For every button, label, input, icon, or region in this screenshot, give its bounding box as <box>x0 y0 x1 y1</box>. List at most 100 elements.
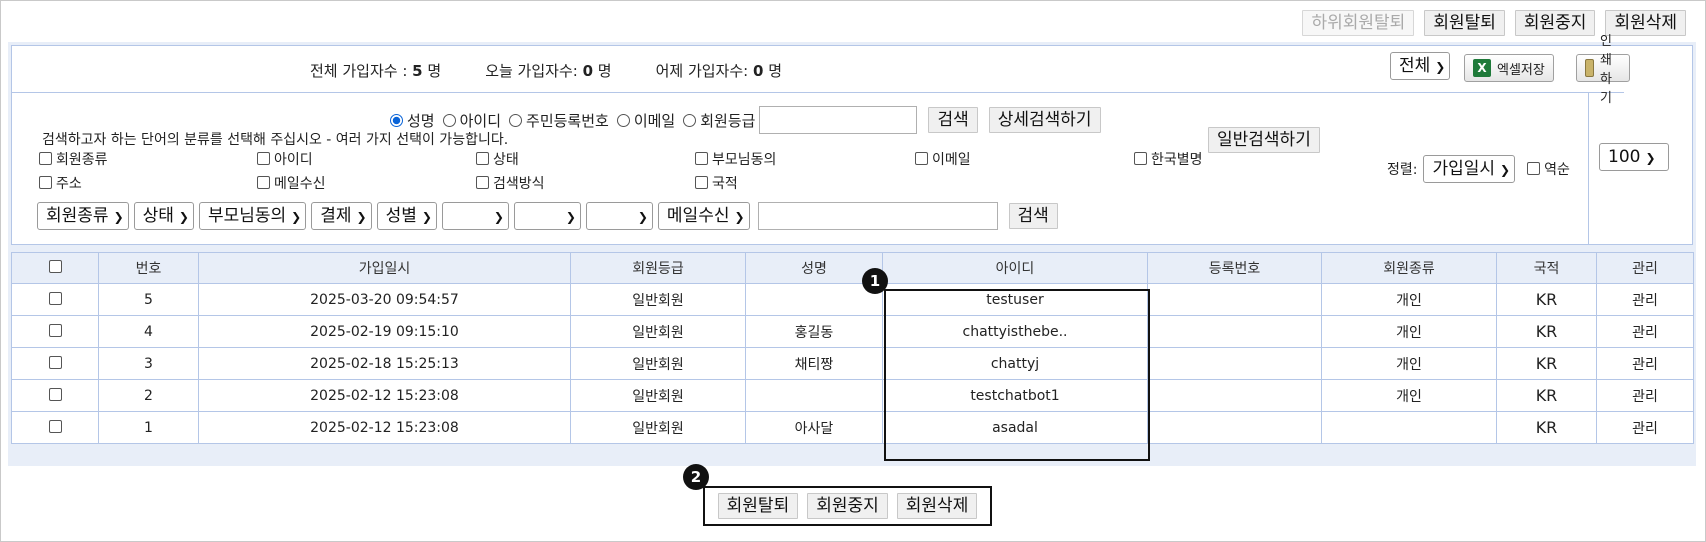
cell-date: 2025-03-20 09:54:57 <box>198 283 571 316</box>
filter-gender-select[interactable]: 성별 ❯ <box>376 202 437 230</box>
sort-label: 정렬: <box>1387 162 1418 178</box>
select-all-header <box>11 252 99 284</box>
checkbox-box[interactable] <box>695 152 708 165</box>
manage-link[interactable]: 관리 <box>1596 283 1694 316</box>
scope-select[interactable]: 전체 ❯ <box>1390 52 1451 80</box>
column-header[interactable]: 회원종류 <box>1321 252 1497 284</box>
checkbox-email[interactable]: 이메일 <box>915 149 971 169</box>
yesterday-unit: 명 <box>763 62 782 80</box>
checkbox-box[interactable] <box>476 152 489 165</box>
manage-link[interactable]: 관리 <box>1596 411 1694 444</box>
cell-reg <box>1147 411 1322 444</box>
table-row: 5 2025-03-20 09:54:57 일반회원 testuser 개인 K… <box>11 283 1694 316</box>
sort-controls: 정렬: 가입일시 ❯ 역순 <box>1387 155 1570 183</box>
checkbox-box[interactable] <box>39 152 52 165</box>
today-members: 오늘 가입자수: 0 명 <box>485 60 611 81</box>
sort-select[interactable]: 가입일시 ❯ <box>1423 155 1516 183</box>
radio-rrn[interactable] <box>509 113 523 127</box>
filter-mail-receive-select[interactable]: 메일수신 ❯ <box>657 202 750 230</box>
print-icon <box>1585 59 1595 77</box>
search-button[interactable]: 검색 <box>928 107 978 133</box>
filter-status-select[interactable]: 상태 ❯ <box>133 202 194 230</box>
cell-country: KR <box>1496 283 1597 316</box>
row-checkbox[interactable] <box>48 291 62 305</box>
manage-link[interactable]: 관리 <box>1596 379 1694 412</box>
radio-grade[interactable] <box>683 113 697 127</box>
checkbox-box[interactable] <box>1134 152 1147 165</box>
column-header[interactable]: 회원등급 <box>570 252 746 284</box>
row-checkbox[interactable] <box>48 387 62 401</box>
checkbox-box[interactable] <box>915 152 928 165</box>
filter-empty-select-2[interactable]: ❯ <box>513 202 581 230</box>
checkbox-nationality[interactable]: 국적 <box>695 173 738 193</box>
checkbox-box[interactable] <box>1527 162 1541 175</box>
filter-value: 회원종류 <box>46 206 109 226</box>
cell-name: 홍길동 <box>745 315 883 348</box>
cell-no: 2 <box>98 379 199 412</box>
chevron-down-icon: ❯ <box>1500 163 1511 177</box>
member-withdraw-button[interactable]: 회원탈퇴 <box>1424 10 1505 36</box>
checkbox-korean-nickname[interactable]: 한국별명 <box>1134 149 1203 169</box>
cell-date: 2025-02-18 15:25:13 <box>198 347 571 380</box>
checkbox-address[interactable]: 주소 <box>39 173 82 193</box>
column-header[interactable]: 관리 <box>1596 252 1694 284</box>
callout-badge-1: 1 <box>862 268 888 294</box>
row-checkbox[interactable] <box>48 323 62 337</box>
radio-name[interactable] <box>390 113 403 127</box>
keyword-input[interactable] <box>759 106 918 134</box>
checkbox-member-type[interactable]: 회원종류 <box>39 149 108 169</box>
checkbox-mail-receive[interactable]: 메일수신 <box>257 173 326 193</box>
checkbox-box[interactable] <box>257 176 270 189</box>
checkbox-box[interactable] <box>39 176 52 189</box>
filter-empty-select-3[interactable]: ❯ <box>585 202 653 230</box>
row-checkbox[interactable] <box>48 355 62 369</box>
checkbox-id[interactable]: 아이디 <box>257 149 313 169</box>
filter-member-type-select[interactable]: 회원종류 ❯ <box>37 202 129 230</box>
radio-grade-label: 회원등급 <box>700 111 756 130</box>
page-size-select[interactable]: 100 ❯ <box>1599 143 1669 171</box>
excel-save-button[interactable]: X 엑셀저장 <box>1464 54 1554 82</box>
chevron-down-icon: ❯ <box>178 210 189 224</box>
bottom-withdraw-button[interactable]: 회원탈퇴 <box>717 493 799 519</box>
checkbox-box[interactable] <box>476 176 489 189</box>
filter-keyword-input[interactable] <box>757 202 998 230</box>
cell-no: 3 <box>98 347 199 380</box>
general-search-button[interactable]: 일반검색하기 <box>1208 127 1320 153</box>
checkbox-label: 메일수신 <box>274 176 326 192</box>
column-header[interactable]: 번호 <box>98 252 199 284</box>
select-all-checkbox[interactable] <box>48 260 62 273</box>
bottom-delete-button[interactable]: 회원삭제 <box>896 493 978 519</box>
filter-parent-consent-select[interactable]: 부모님동의 ❯ <box>198 202 307 230</box>
checkbox-status[interactable]: 상태 <box>476 149 519 169</box>
checkbox-box[interactable] <box>257 152 270 165</box>
detail-search-button[interactable]: 상세검색하기 <box>988 107 1101 133</box>
column-header[interactable]: 등록번호 <box>1147 252 1322 284</box>
excel-icon: X <box>1473 59 1491 77</box>
page-size-value: 100 <box>1608 147 1641 167</box>
cell-country: KR <box>1496 347 1597 380</box>
column-header[interactable]: 가입일시 <box>198 252 571 284</box>
cell-grade: 일반회원 <box>570 315 746 348</box>
filter-empty-select-1[interactable]: ❯ <box>441 202 509 230</box>
chevron-down-icon: ❯ <box>113 210 124 224</box>
checkbox-parent-consent[interactable]: 부모님동의 <box>695 149 776 169</box>
bottom-suspend-button[interactable]: 회원중지 <box>807 493 888 519</box>
checkbox-search-method[interactable]: 검색방식 <box>476 173 545 193</box>
checkbox-box[interactable] <box>695 176 708 189</box>
today-value: 0 <box>582 62 594 80</box>
sub-member-withdraw-button[interactable]: 하위회원탈퇴 <box>1302 10 1415 36</box>
radio-id[interactable] <box>442 113 456 127</box>
column-header[interactable]: 국적 <box>1496 252 1597 284</box>
filter-search-button[interactable]: 검색 <box>1008 203 1058 229</box>
reverse-checkbox[interactable]: 역순 <box>1527 159 1570 179</box>
checkbox-label: 부모님동의 <box>712 152 777 168</box>
manage-link[interactable]: 관리 <box>1596 315 1694 348</box>
print-button[interactable]: 인쇄하기 <box>1576 34 1630 106</box>
chevron-down-icon: ❯ <box>637 210 648 224</box>
filter-payment-select[interactable]: 결제 ❯ <box>311 202 372 230</box>
member-suspend-button[interactable]: 회원중지 <box>1514 10 1596 36</box>
manage-link[interactable]: 관리 <box>1596 347 1694 380</box>
row-checkbox[interactable] <box>48 419 62 433</box>
radio-email[interactable] <box>616 113 630 127</box>
column-header[interactable]: 아이디 <box>882 252 1148 284</box>
